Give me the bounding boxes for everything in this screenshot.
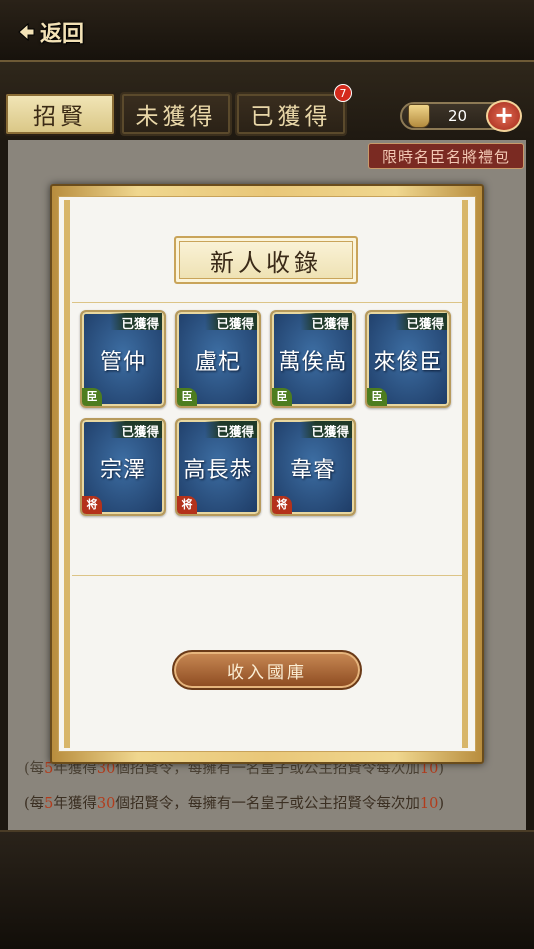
back-label: 返回 [40,21,85,47]
back-button[interactable]: 返回 [14,16,84,48]
collect-to-treasury-button[interactable]: 收入國庫 [172,650,362,690]
hero-type-badge: 臣 [82,388,102,406]
hero-name: 萬俟卨 [278,350,348,375]
modal-rail-left [64,200,70,748]
tab-recruit[interactable]: 招賢 [4,92,116,136]
modal-title: 新人收錄 [174,236,358,284]
divider [72,302,462,303]
promo-pack-button[interactable]: 限時名臣名將禮包 [368,143,524,169]
hero-type-badge: 臣 [177,388,197,406]
hero-name: 宗澤 [99,458,146,483]
hero-name: 韋睿 [289,458,336,483]
hero-name: 高長恭 [183,458,253,483]
chevron-left-icon [18,22,35,42]
recruit-note: (每5年獲得30個招賢令，每擁有一名皇子或公主招賢令每次加10) [24,796,444,812]
hero-type-badge: 臣 [367,388,387,406]
tab-obtained[interactable]: 已獲得 [235,92,347,136]
token-icon [408,104,430,128]
obtained-label: 已獲得 [395,313,447,331]
modal-rail-right [462,200,468,748]
hero-card[interactable]: 已獲得管仲臣 [80,310,166,408]
hero-name: 管仲 [99,350,146,375]
hero-card[interactable]: 已獲得盧杞臣 [175,310,261,408]
hero-card[interactable]: 已獲得韋睿将 [270,418,356,516]
obtained-label: 已獲得 [205,421,257,439]
hero-type-badge: 将 [177,496,197,514]
obtained-label: 已獲得 [110,313,162,331]
hero-card[interactable]: 已獲得萬俟卨臣 [270,310,356,408]
notification-badge: 7 [334,84,352,102]
hero-type-badge: 将 [272,496,292,514]
divider [72,575,462,576]
currency-value: 20 [448,107,468,125]
hero-name: 來俊臣 [373,350,443,375]
obtained-label: 已獲得 [300,421,352,439]
hero-type-badge: 将 [82,496,102,514]
obtained-label: 已獲得 [110,421,162,439]
hero-card[interactable]: 已獲得宗澤将 [80,418,166,516]
add-currency-button[interactable]: + [486,100,522,132]
hero-type-badge: 臣 [272,388,292,406]
hero-card[interactable]: 已獲得來俊臣臣 [365,310,451,408]
hero-name: 盧杞 [194,350,241,375]
hero-card[interactable]: 已獲得高長恭将 [175,418,261,516]
tab-unobtained[interactable]: 未獲得 [120,92,232,136]
obtained-label: 已獲得 [205,313,257,331]
top-bar: 返回 [0,0,534,62]
obtained-label: 已獲得 [300,313,352,331]
bottom-bar [0,830,534,949]
currency-display: 20 + [400,100,522,132]
